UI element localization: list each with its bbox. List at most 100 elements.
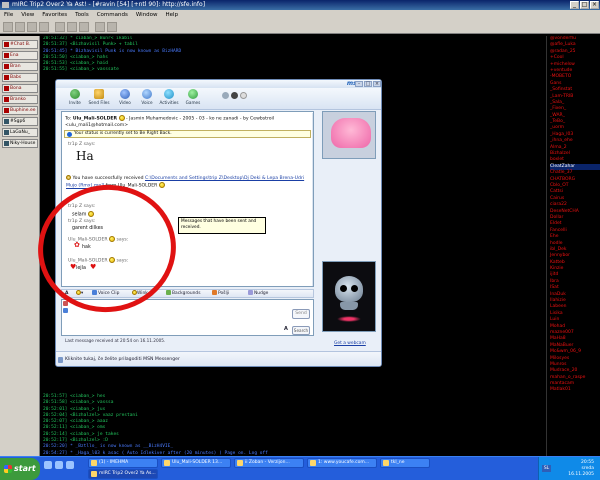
conversation-scrollbar[interactable] [312,113,313,286]
desktop-icon[interactable] [44,461,52,469]
switchbar-item[interactable]: Bona [2,84,38,93]
msn-ad-bar[interactable]: Kliknite tukaj, če želite prilagoditi MS… [56,351,381,366]
media-icon[interactable] [66,461,74,469]
video-button[interactable]: Video [114,89,136,109]
system-tray: SL 20:55 sreda 16.11.2005 [538,457,600,480]
get-webcam-link[interactable]: Get a webcam [334,341,366,346]
microphone-icon [142,89,152,99]
my-display-picture[interactable] [322,261,376,332]
font-style-icon[interactable]: A [284,326,288,332]
invite-label: Invite [69,100,81,105]
block-icon[interactable] [222,92,229,99]
voice-button[interactable]: Voice [136,89,158,109]
close-icon[interactable]: × [590,1,599,9]
type-icon[interactable] [63,308,68,313]
menu-help[interactable]: Help [166,10,179,20]
message-text: lejla [76,266,86,271]
menu-window[interactable]: Window [136,10,158,20]
send-button[interactable]: Send [292,309,310,319]
notify-icon[interactable] [79,22,89,32]
wink-button[interactable]: Wink [132,290,148,297]
menu-favorites[interactable]: Favorites [42,10,67,20]
taskbar-item-active[interactable]: mIRC Trip2 Over2 Ya As... [88,469,158,479]
switchbar-item[interactable]: Babs [2,73,38,82]
taskbar-item[interactable]: Ulu_Mali-SOLDER 13... [161,458,231,468]
minimize-icon[interactable]: _ [570,1,579,9]
dcc-send-icon[interactable] [55,22,65,32]
options-icon[interactable] [15,22,25,32]
mirc-app-icon [2,2,9,8]
backgrounds-button[interactable]: Backgrounds [166,290,200,297]
mirc-window-controls: _ □ × [570,1,599,9]
search-button[interactable]: Search [292,326,310,335]
msn-window-controls: - □ × [355,81,381,87]
recipient-name[interactable]: Ulu_Mali-SOLDER [73,117,117,122]
voice-clip-button[interactable]: Voice Clip [92,290,119,297]
channels-icon[interactable] [27,22,37,32]
maximize-icon[interactable]: □ [364,81,372,87]
message-text: selam [72,211,94,218]
switchbar-item[interactable]: Bran [2,62,38,71]
menu-view[interactable]: View [21,10,34,20]
voice-clip-icon [92,290,97,295]
contact-icon[interactable] [231,92,238,99]
activities-label: Activities [159,100,179,105]
taskbar-item[interactable]: (1) - IMEHMA [88,458,158,468]
activities-icon [164,89,174,99]
switchbar-item[interactable]: LaGaNu_ [2,128,38,137]
nudge-button[interactable]: Nudge [248,290,268,297]
scripts-icon[interactable] [39,22,49,32]
switchbar-item[interactable]: Ena [2,51,38,60]
activities-button[interactable]: Activities [158,89,180,109]
minimize-icon[interactable]: - [355,81,363,87]
start-button[interactable]: start [0,458,40,480]
nick-item[interactable]: Matlak01 [550,387,600,393]
invite-button[interactable]: Invite [64,89,86,109]
menu-tools[interactable]: Tools [75,10,89,20]
smiley-icon [118,115,125,121]
skull-glow [337,316,361,322]
invite-icon [70,89,80,99]
taskbar-item[interactable]: tkl_ne [380,458,430,468]
dcc-chat-icon[interactable] [67,22,77,32]
mirc-toolbar [0,20,600,34]
clock[interactable]: 20:55 sreda 16.11.2005 [568,460,594,478]
font-button[interactable]: A [65,290,68,297]
contact-display-picture[interactable] [322,111,376,159]
menu-commands[interactable]: Commands [97,10,128,20]
switchbar-item[interactable]: Niky-House [2,139,38,148]
smiley-icon [158,182,165,188]
voice-clip-label: Voice Clip [98,291,120,296]
maximize-icon[interactable]: □ [580,1,589,9]
more-icon[interactable] [240,92,247,99]
says-label: says: [116,258,129,264]
games-button[interactable]: Games [182,89,204,109]
taskbar-item[interactable]: 1: www.youcafe.com... [307,458,377,468]
taskbar-item[interactable]: ii Zoban - Verzijon... [234,458,304,468]
menu-file[interactable]: File [4,10,13,20]
handwriting-icon[interactable] [63,301,68,306]
switchbar-item[interactable]: Buphine.ee [2,106,38,115]
smiley-icon [76,290,81,295]
message-input[interactable]: Send A Search [61,299,314,336]
switchbar-item[interactable]: Branko [2,95,38,104]
tile-icon[interactable] [95,22,105,32]
emoticon-button[interactable]: ▾ [76,290,83,297]
send-files-button[interactable]: Send Files [88,89,110,109]
sender-name: tr1p Z [68,219,83,224]
switchbar-item[interactable]: #Chat B. [2,40,38,49]
switchbar-item[interactable]: #Sgp6 [2,117,38,126]
tooltip: Messages that have been sent and receive… [178,217,266,234]
language-indicator[interactable]: SL [542,465,551,472]
mirc-title-bar: mIRC Trip2 Over2 Ya Ast! - [#ravin [54] … [0,0,600,10]
ad-text[interactable]: Kliknite tukaj, če želite prilagoditi MS… [65,357,180,362]
to-prefix: To: [65,116,72,122]
connect-icon[interactable] [3,22,13,32]
mirc-title-text: mIRC Trip2 Over2 Ya Ast! - [#ravin [54] … [12,1,206,8]
send-gift-button[interactable]: Pošlji [212,290,229,297]
gift-icon [212,290,217,295]
message-header: Ulu_Mali-SOLDER says: [68,257,128,264]
cascade-icon[interactable] [107,22,117,32]
close-icon[interactable]: × [373,81,381,87]
browser-icon[interactable] [55,461,63,469]
